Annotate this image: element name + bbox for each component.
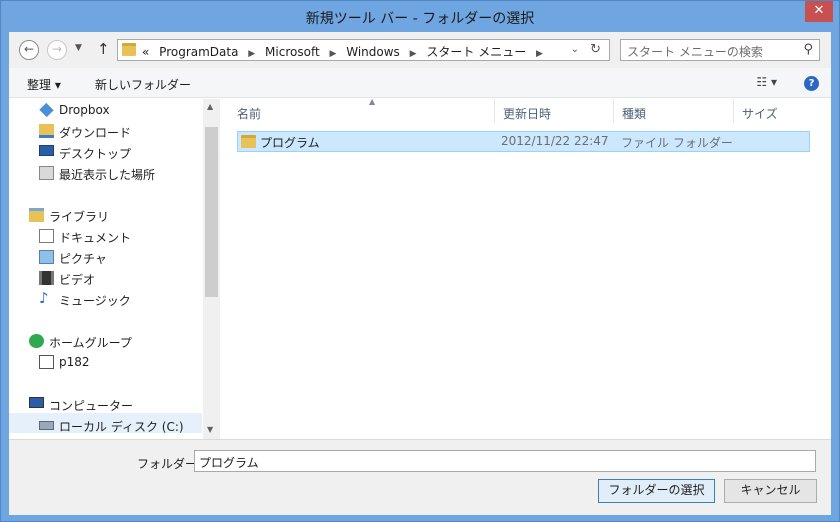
sidebar-item-label: ドキュメント — [59, 231, 132, 245]
list-item[interactable]: プログラム 2012/11/22 22:47 ファイル フォルダー — [237, 131, 810, 152]
scroll-down-icon[interactable]: ▼ — [207, 425, 213, 434]
chevron-right-icon[interactable]: ▶ — [248, 49, 255, 59]
breadcrumb-windows[interactable]: Windows — [346, 45, 400, 59]
organize-button[interactable]: 整理 ▾ — [27, 76, 61, 93]
folder-select-dialog: 新規ツール バー - フォルダーの選択 ✕ ← → ▼ ↑ « ProgramD… — [0, 0, 840, 522]
download-folder-icon — [39, 124, 54, 138]
desktop-icon — [39, 145, 54, 156]
column-header-label: 名前 — [237, 107, 262, 121]
chevron-right-icon[interactable]: ▶ — [536, 49, 543, 59]
sort-ascending-icon: ▲ — [369, 97, 376, 106]
folder-icon — [241, 135, 256, 148]
column-header-size[interactable]: サイズ — [734, 99, 814, 123]
dropbox-icon — [39, 102, 54, 118]
sidebar-item-label: コンピューター — [49, 399, 134, 413]
forward-arrow-icon[interactable]: → — [47, 40, 67, 60]
folder-field[interactable]: プログラム — [194, 450, 816, 472]
cancel-button[interactable]: キャンセル — [724, 479, 817, 503]
music-icon: ♪ — [39, 289, 49, 307]
sidebar-item-label: 最近表示した場所 — [59, 168, 156, 182]
dialog-client: ← → ▼ ↑ « ProgramData ▶ Microsoft ▶ Wind… — [9, 32, 831, 515]
breadcrumb-microsoft[interactable]: Microsoft — [265, 45, 320, 59]
up-arrow-icon[interactable]: ↑ — [97, 40, 110, 58]
sidebar-item-label: ライブラリ — [49, 210, 110, 224]
file-type: ファイル フォルダー — [621, 136, 733, 150]
sidebar-item-label: ダウンロード — [59, 126, 132, 140]
sidebar-item-label: ミュージック — [59, 294, 131, 308]
address-bar[interactable]: « ProgramData ▶ Microsoft ▶ Windows ▶ スタ… — [117, 39, 610, 61]
view-options-icon[interactable]: ☷ ▾ — [756, 75, 777, 89]
sidebar-item-label: ピクチャ — [59, 252, 107, 266]
chevron-right-icon[interactable]: ▶ — [410, 49, 417, 59]
documents-icon — [39, 229, 54, 243]
recent-locations-dropdown-icon[interactable]: ▼ — [75, 43, 82, 53]
refresh-icon[interactable]: ↻ — [590, 42, 601, 57]
scroll-up-icon[interactable]: ▲ — [207, 102, 213, 111]
breadcrumb-programdata[interactable]: ProgramData — [159, 45, 238, 59]
file-date: 2012/11/22 22:47 — [501, 134, 609, 148]
sidebar-item-label: ビデオ — [59, 273, 96, 287]
user-icon — [39, 355, 54, 369]
homegroup-icon — [29, 334, 44, 348]
local-disk-icon — [39, 421, 54, 430]
breadcrumb: « ProgramData ▶ Microsoft ▶ Windows ▶ スタ… — [142, 43, 549, 60]
window-title: 新規ツール バー - フォルダーの選択 — [305, 11, 535, 27]
computer-icon — [29, 397, 44, 408]
search-icon[interactable]: ⚲ — [803, 42, 813, 57]
library-icon — [29, 208, 44, 222]
sidebar-item-label: デスクトップ — [59, 147, 132, 161]
sidebar-item-label: ローカル ディスク (C:) — [59, 420, 184, 434]
sidebar-item-label: Dropbox — [59, 103, 110, 117]
select-folder-button[interactable]: フォルダーの選択 — [598, 479, 715, 503]
column-header-type[interactable]: 種類 — [614, 99, 734, 123]
folder-icon — [122, 43, 136, 56]
breadcrumb-start-menu[interactable]: スタート メニュー — [426, 45, 526, 59]
folder-field-label: フォルダー: — [137, 457, 202, 471]
scroll-thumb[interactable] — [205, 127, 218, 297]
sidebar-item-label: ホームグループ — [49, 336, 132, 350]
recent-places-icon — [39, 166, 54, 180]
sidebar-item-label: p182 — [59, 355, 90, 369]
file-list[interactable]: ▲ 名前 更新日時 種類 サイズ プログラム 2012/11/22 22:47 … — [220, 97, 831, 439]
column-header-date[interactable]: 更新日時 — [495, 99, 614, 123]
videos-icon — [39, 271, 54, 285]
new-folder-button[interactable]: 新しいフォルダー — [95, 76, 191, 93]
title-bar[interactable]: 新規ツール バー - フォルダーの選択 ✕ — [1, 1, 839, 33]
search-input[interactable]: スタート メニューの検索 ⚲ — [620, 39, 820, 61]
command-bar: 整理 ▾ 新しいフォルダー ☷ ▾ ? — [9, 68, 831, 98]
file-name: プログラム — [260, 136, 320, 150]
dialog-footer: フォルダー: プログラム フォルダーの選択 キャンセル — [9, 439, 831, 515]
chevron-down-icon[interactable]: ⌄ — [571, 44, 579, 55]
chevron-right-icon[interactable]: ▶ — [329, 49, 336, 59]
pictures-icon — [39, 250, 54, 264]
help-icon[interactable]: ? — [804, 76, 819, 91]
column-header-name[interactable]: ▲ 名前 — [229, 97, 495, 123]
breadcrumb-overflow[interactable]: « — [142, 45, 149, 59]
back-arrow-icon[interactable]: ← — [19, 40, 39, 60]
address-row: ← → ▼ ↑ « ProgramData ▶ Microsoft ▶ Wind… — [9, 32, 831, 68]
search-placeholder: スタート メニューの検索 — [627, 45, 763, 59]
navigation-pane[interactable]: Dropbox ダウンロード デスクトップ 最近表示した場所 ライブラリ ドキュ… — [9, 99, 220, 439]
close-button[interactable]: ✕ — [805, 1, 833, 22]
nav-scrollbar[interactable]: ▲ ▼ — [203, 99, 220, 439]
